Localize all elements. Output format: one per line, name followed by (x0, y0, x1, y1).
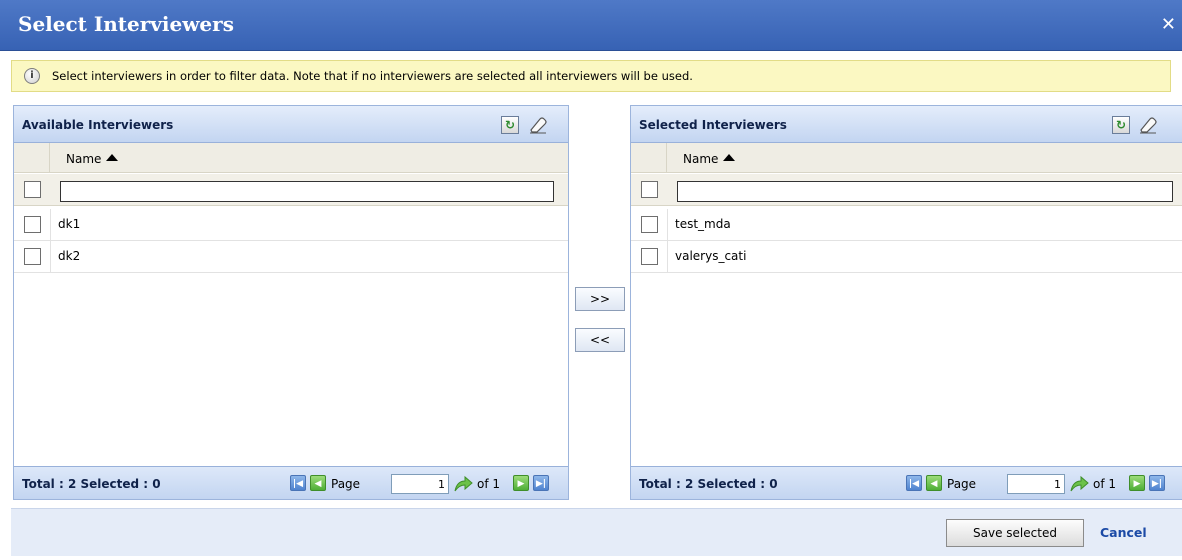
page-count-label: of 1 (477, 477, 501, 491)
refresh-icon[interactable]: ↻ (1112, 116, 1130, 134)
selected-panel-title: Selected Interviewers (639, 118, 787, 132)
refresh-icon[interactable]: ↻ (501, 116, 519, 134)
interviewer-name: dk2 (58, 249, 81, 263)
next-page-icon[interactable]: ▶ (513, 475, 529, 491)
page-label: Page (331, 477, 361, 491)
close-icon[interactable]: ✕ (1161, 14, 1176, 35)
available-rows: dk1 dk2 (14, 209, 568, 273)
dialog-title: Select Interviewers (18, 12, 234, 36)
save-selected-button[interactable]: Save selected (946, 519, 1084, 547)
pager: |◀ ◀ Page of 1 ▶ ▶| (290, 474, 560, 494)
cancel-link[interactable]: Cancel (1100, 525, 1147, 540)
available-interviewers-panel: Available Interviewers ↻ Name dk1 dk2 To… (13, 105, 569, 500)
info-text: Select interviewers in order to filter d… (52, 69, 693, 83)
select-all-checkbox[interactable] (641, 181, 658, 198)
available-grid-header: Name (14, 143, 568, 173)
first-page-icon[interactable]: |◀ (906, 475, 922, 491)
next-page-icon[interactable]: ▶ (1129, 475, 1145, 491)
interviewer-name: test_mda (675, 217, 731, 231)
last-page-icon[interactable]: ▶| (1149, 475, 1165, 491)
go-arrow-icon[interactable] (452, 474, 474, 494)
prev-page-icon[interactable]: ◀ (310, 475, 326, 491)
page-input[interactable] (391, 474, 449, 494)
row-checkbox[interactable] (24, 248, 41, 265)
add-selected-button[interactable]: >> (575, 287, 625, 311)
interviewer-name: dk1 (58, 217, 81, 231)
remove-selected-button[interactable]: << (575, 328, 625, 352)
first-page-icon[interactable]: |◀ (290, 475, 306, 491)
available-filter-input[interactable] (60, 181, 554, 202)
selected-filter-row (631, 174, 1182, 206)
page-input[interactable] (1007, 474, 1065, 494)
row-checkbox[interactable] (24, 216, 41, 233)
action-bar: Save selected Cancel (11, 508, 1182, 556)
table-row[interactable]: dk1 (14, 209, 568, 241)
eraser-icon[interactable] (1137, 115, 1159, 135)
page-label: Page (947, 477, 977, 491)
interviewer-name: valerys_cati (675, 249, 747, 263)
name-column-header[interactable]: Name (683, 152, 736, 166)
totals-text: Total : 2 Selected : 0 (22, 477, 161, 491)
selected-panel-footer: Total : 2 Selected : 0 |◀ ◀ Page of 1 ▶ … (631, 466, 1182, 499)
name-column-header[interactable]: Name (66, 152, 119, 166)
available-panel-header: Available Interviewers ↻ (14, 106, 568, 143)
dialog-titlebar: Select Interviewers ✕ (0, 0, 1182, 51)
table-row[interactable]: dk2 (14, 241, 568, 273)
sort-ascending-icon (106, 154, 119, 161)
info-icon: i (24, 68, 40, 84)
go-arrow-icon[interactable] (1068, 474, 1090, 494)
info-bar: i Select interviewers in order to filter… (11, 60, 1171, 92)
selected-filter-input[interactable] (677, 181, 1173, 202)
selected-panel-header: Selected Interviewers ↻ (631, 106, 1182, 143)
pager: |◀ ◀ Page of 1 ▶ ▶| (906, 474, 1182, 494)
row-checkbox[interactable] (641, 248, 658, 265)
prev-page-icon[interactable]: ◀ (926, 475, 942, 491)
table-row[interactable]: test_mda (631, 209, 1182, 241)
select-all-checkbox[interactable] (24, 181, 41, 198)
selected-rows: test_mda valerys_cati (631, 209, 1182, 273)
totals-text: Total : 2 Selected : 0 (639, 477, 778, 491)
eraser-icon[interactable] (527, 115, 549, 135)
row-checkbox[interactable] (641, 216, 658, 233)
table-row[interactable]: valerys_cati (631, 241, 1182, 273)
sort-ascending-icon (723, 154, 736, 161)
page-count-label: of 1 (1093, 477, 1117, 491)
selected-interviewers-panel: Selected Interviewers ↻ Name test_mda va… (630, 105, 1182, 500)
available-panel-footer: Total : 2 Selected : 0 |◀ ◀ Page of 1 ▶ … (14, 466, 568, 499)
available-filter-row (14, 174, 568, 206)
last-page-icon[interactable]: ▶| (533, 475, 549, 491)
available-panel-title: Available Interviewers (22, 118, 174, 132)
selected-grid-header: Name (631, 143, 1182, 173)
